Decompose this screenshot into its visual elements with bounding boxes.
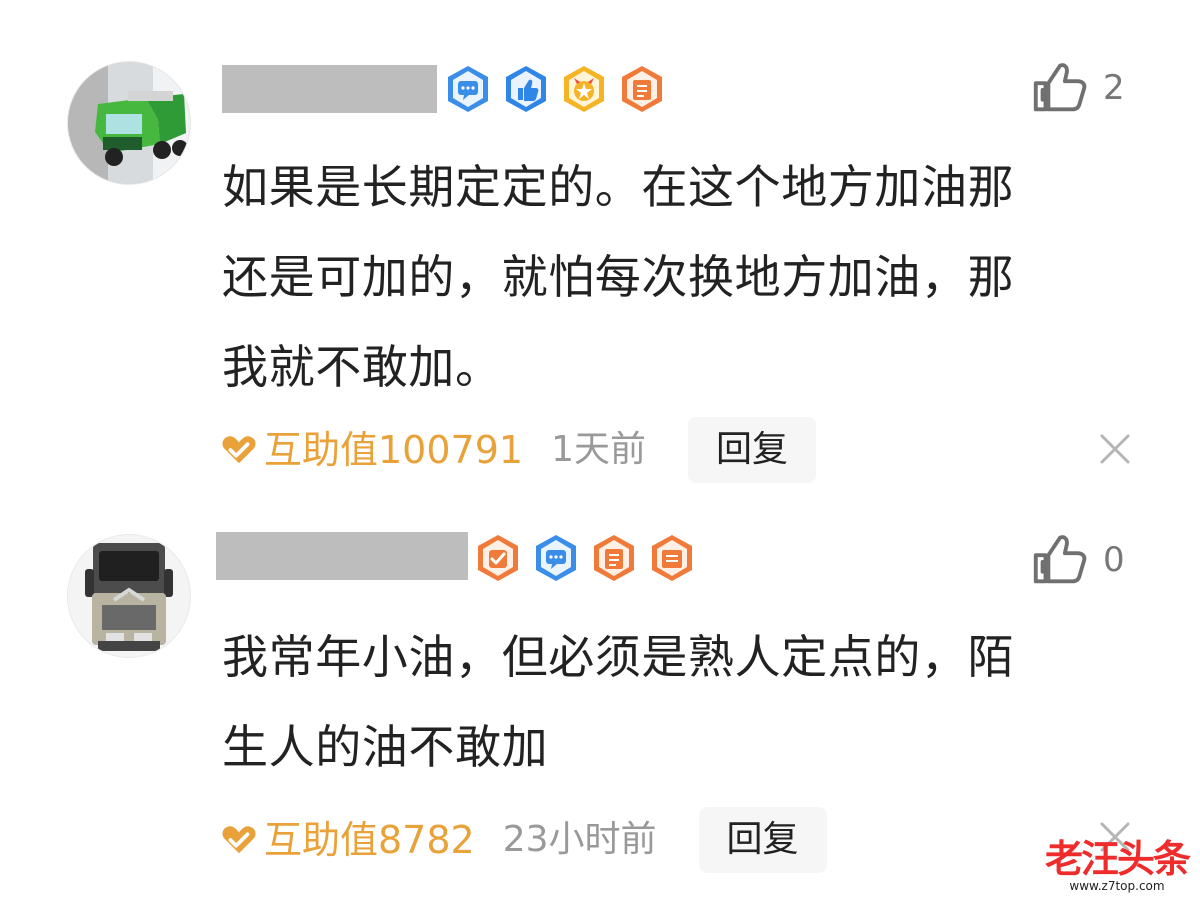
comment-item: 0 我常年小油，但必须是熟人定点的，陌 生人的油不敢加 互助值8782 23小时… [0, 500, 1200, 900]
help-value: 互助值100791 [264, 428, 524, 472]
comment-time: 1天前 [551, 429, 646, 470]
username-redacted[interactable] [222, 65, 437, 113]
comment-item: 2 如果是长期定定的。在这个地方加油那 还是可加的，就怕每次换地方加油，那 我就… [0, 0, 1200, 500]
close-icon[interactable] [1098, 432, 1132, 466]
help-heart-icon [222, 826, 256, 854]
like-count: 0 [1103, 540, 1125, 580]
volvo-truck-avatar-icon [68, 535, 190, 657]
help-heart-icon [222, 436, 256, 464]
like-button[interactable]: 2 [1029, 57, 1125, 119]
watermark-url: www.z7top.com [1069, 879, 1165, 893]
user-avatar[interactable] [68, 535, 190, 657]
user-avatar[interactable] [68, 62, 190, 184]
check-badge-icon [478, 535, 518, 581]
star-badge-icon [564, 66, 604, 112]
comment-meta: 互助值100791 1天前 回复 [220, 417, 816, 483]
document-badge-icon [652, 535, 692, 581]
user-badges [473, 533, 697, 583]
site-watermark: 老汪头条 www.z7top.com [1042, 840, 1192, 892]
document-badge-icon [622, 66, 662, 112]
chat-badge-icon [536, 535, 576, 581]
comment-text: 如果是长期定定的。在这个地方加油那 还是可加的，就怕每次换地方加油，那 我就不敢… [222, 160, 1015, 394]
like-count: 2 [1103, 68, 1125, 108]
thumbs-up-badge-icon [506, 66, 546, 112]
chat-badge-icon [448, 66, 488, 112]
comment-text: 我常年小油，但必须是熟人定点的，陌 生人的油不敢加 [222, 630, 1015, 774]
thumbs-up-icon [1033, 63, 1087, 112]
user-badges [443, 64, 667, 114]
username-redacted[interactable] [216, 532, 468, 580]
reply-button[interactable]: 回复 [687, 417, 816, 483]
comment-meta: 互助值8782 23小时前 回复 [220, 807, 827, 873]
watermark-main-text: 老汪头条 [1044, 837, 1191, 881]
thumbs-up-icon [1033, 535, 1087, 584]
like-button[interactable]: 0 [1029, 529, 1125, 591]
comment-list: 2 如果是长期定定的。在这个地方加油那 还是可加的，就怕每次换地方加油，那 我就… [0, 0, 1200, 900]
help-value: 互助值8782 [264, 818, 475, 862]
document-badge-icon [594, 535, 634, 581]
reply-button[interactable]: 回复 [698, 807, 827, 873]
comment-time: 23小时前 [502, 819, 657, 860]
green-truck-avatar-icon [68, 62, 190, 184]
